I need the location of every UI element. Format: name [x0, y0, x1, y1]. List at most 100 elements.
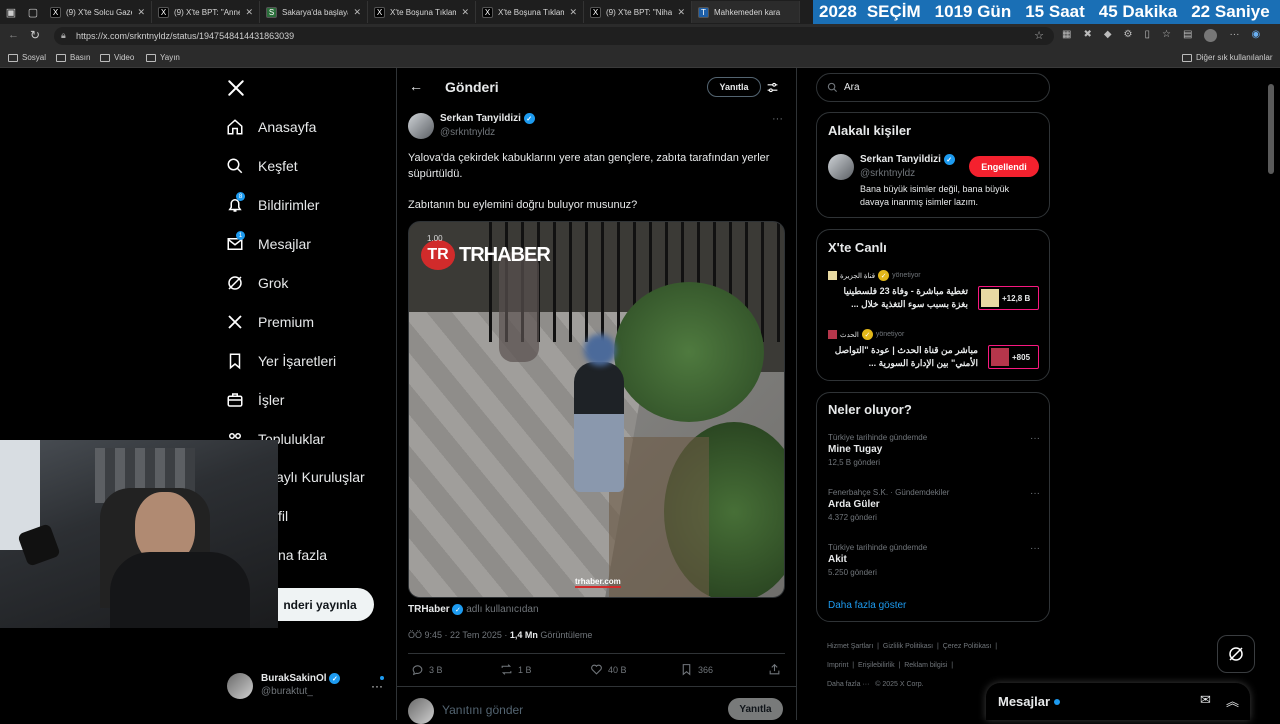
nav-explore[interactable]: Keşfet	[226, 157, 298, 175]
blocked-button[interactable]: Engellendi	[969, 156, 1039, 177]
sliders-icon[interactable]	[766, 81, 779, 94]
profile-avatar[interactable]	[1204, 29, 1218, 42]
reply-submit-button[interactable]: Yanıtla	[728, 698, 783, 720]
post-video[interactable]: TR TRHABER 1.00 trhaber.com	[408, 221, 785, 598]
browser-tab[interactable]: X (9) X'te Solcu Gaze ✕	[44, 1, 152, 23]
more-icon[interactable]: ···	[1030, 488, 1040, 499]
reply-action[interactable]: 3 B	[411, 663, 443, 676]
close-icon[interactable]: ✕	[677, 7, 685, 18]
chevron-up-icon[interactable]: ︽	[1226, 691, 1239, 710]
tab-title: (9) X'te BPT: "Niha	[606, 7, 673, 17]
extension-icon[interactable]: ◆	[1104, 29, 1112, 42]
author-avatar[interactable]	[408, 113, 434, 139]
footer-link[interactable]: Erişilebilirlik	[858, 662, 895, 669]
video-speed: 1.00	[427, 234, 443, 243]
collections-icon[interactable]: ▤	[1183, 29, 1192, 42]
new-message-icon[interactable]: ✉	[1200, 692, 1211, 708]
close-icon[interactable]: ✕	[137, 7, 145, 18]
related-avatar[interactable]	[828, 154, 854, 180]
video-watermark: trhaber.com	[575, 577, 621, 588]
trend-item[interactable]: Türkiye tarihinde gündemde Mine Tugay 12…	[828, 433, 1040, 467]
extension-icon[interactable]: ▦	[1062, 29, 1071, 42]
reply-filter-button[interactable]: Yanıtla	[707, 77, 761, 97]
repost-action[interactable]: 1 B	[500, 663, 532, 676]
trend-item[interactable]: Türkiye tarihinde gündemde Akit 5.250 gö…	[828, 543, 1040, 577]
close-icon[interactable]: ✕	[245, 7, 253, 18]
share-action[interactable]	[768, 663, 781, 676]
post-timestamp[interactable]: ÖÖ 9:45 · 22 Tem 2025 ·	[408, 630, 510, 640]
nav-notifications[interactable]: 8 Bildirimler	[226, 192, 319, 214]
video-source[interactable]: TRHaber ✓ adlı kullanıcıdan	[408, 604, 539, 615]
bookmark-action[interactable]: 366	[680, 663, 713, 676]
live-item[interactable]: الحدث ✓ yönetiyor مباشر من قناة الحدث | …	[828, 329, 1040, 374]
close-icon[interactable]: ✕	[353, 7, 361, 18]
like-count: 40 B	[608, 664, 627, 675]
more-icon[interactable]: ···	[772, 113, 783, 125]
countdown-days: 1019 Gün	[934, 2, 1012, 21]
messages-drawer[interactable]: Mesajlar ✉ ︽	[986, 683, 1250, 720]
browser-tab-active[interactable]: T Mahkemeden kara	[692, 1, 800, 23]
nav-bookmarks[interactable]: Yer İşaretleri	[226, 352, 336, 370]
footer-link[interactable]: Gizlilik Politikası	[883, 643, 933, 650]
related-user[interactable]: Serkan Tanyildizi ✓ @srkntnyldz	[860, 154, 955, 179]
author-info[interactable]: Serkan Tanyildizi ✓ @srkntnyldz	[440, 113, 535, 138]
favorites-icon[interactable]: ☆	[1162, 29, 1171, 42]
split-screen-icon[interactable]: ▯	[1145, 29, 1151, 42]
show-more-link[interactable]: Daha fazla göster	[828, 600, 906, 611]
bookmark-folder[interactable]: Yayın	[146, 53, 180, 62]
extension-icon[interactable]: ✖	[1083, 29, 1091, 42]
search-box[interactable]: Ara	[816, 73, 1050, 102]
account-switcher[interactable]: BurakSakinOl ✓ @buraktut_	[261, 673, 341, 697]
account-avatar[interactable]	[227, 673, 253, 699]
close-icon[interactable]: ✕	[569, 7, 577, 18]
more-icon[interactable]: ···	[1030, 543, 1040, 554]
url-field[interactable]: 🔒︎ https://x.com/srkntnyldz/status/19475…	[54, 27, 1054, 45]
bookmark-folder[interactable]: Video	[100, 53, 134, 62]
browser-tab[interactable]: S Sakarya'da başlaya ✕	[260, 1, 368, 23]
bookmark-folder[interactable]: Basın	[56, 53, 90, 62]
footer-link[interactable]: Hizmet Şartları	[827, 643, 873, 650]
more-icon[interactable]: ···	[1030, 433, 1040, 444]
more-icon[interactable]: ···	[371, 679, 383, 693]
puzzle-icon[interactable]: ⚙	[1124, 29, 1133, 42]
nav-more[interactable]: na fazla	[278, 547, 327, 563]
bookmark-folder[interactable]: Sosyal	[8, 53, 46, 62]
grok-float-button[interactable]	[1217, 635, 1255, 673]
back-arrow-icon[interactable]: ←	[8, 29, 19, 41]
actions-divider	[396, 686, 796, 687]
live-item[interactable]: قناة الجزيرة ✓ yönetiyor تغطية مباشرة - …	[828, 270, 1040, 315]
window-menu-icon[interactable]: ▣	[0, 0, 22, 24]
other-bookmarks[interactable]: Diğer sık kullanılanlar	[1182, 53, 1272, 62]
footer-link[interactable]: Çerez Politikası	[943, 643, 992, 650]
nav-premium[interactable]: Premium	[226, 313, 314, 331]
page-scrollbar[interactable]	[1268, 84, 1274, 174]
back-arrow-icon[interactable]: ←	[409, 78, 423, 94]
folder-icon	[146, 53, 156, 62]
nav-home[interactable]: Anasayfa	[226, 118, 316, 136]
footer-link[interactable]: Imprint	[827, 662, 848, 669]
x-logo-icon[interactable]	[227, 79, 245, 97]
nav-messages[interactable]: 1 Mesajlar	[226, 231, 311, 253]
more-icon[interactable]: ···	[1229, 29, 1239, 42]
nav-verified-orgs[interactable]: aylı Kuruluşlar	[276, 469, 365, 485]
grok-icon	[228, 276, 242, 290]
browser-tab[interactable]: X X'te Boşuna Tıklam ✕	[368, 1, 476, 23]
footer-link[interactable]: Reklam bilgisi	[904, 662, 947, 669]
trend-item[interactable]: Fenerbahçe S.K. · Gündemdekiler Arda Gül…	[828, 488, 1040, 522]
browser-tab[interactable]: X (9) X'te BPT: "Niha ✕	[584, 1, 692, 23]
nav-jobs[interactable]: İşler	[226, 391, 284, 409]
like-action[interactable]: 40 B	[590, 663, 627, 676]
browser-tab[interactable]: X (9) X'te BPT: "Anne ✕	[152, 1, 260, 23]
copilot-icon[interactable]: ◉	[1251, 29, 1260, 42]
tab-actions-icon[interactable]: ▢	[22, 0, 44, 24]
star-icon[interactable]: ☆	[1034, 29, 1044, 42]
close-icon[interactable]: ✕	[461, 7, 469, 18]
nav-grok[interactable]: Grok	[226, 274, 288, 292]
x-favicon-icon: X	[374, 6, 385, 18]
nav-profile[interactable]: fil	[278, 508, 288, 524]
browser-tab[interactable]: X X'te Boşuna Tıklam ✕	[476, 1, 584, 23]
footer-link[interactable]: Daha fazla ···	[827, 681, 869, 688]
reply-input[interactable]: Yanıtını gönder	[442, 703, 523, 717]
refresh-icon[interactable]: ↻	[30, 28, 40, 42]
tab-title: Sakarya'da başlaya	[282, 7, 349, 17]
